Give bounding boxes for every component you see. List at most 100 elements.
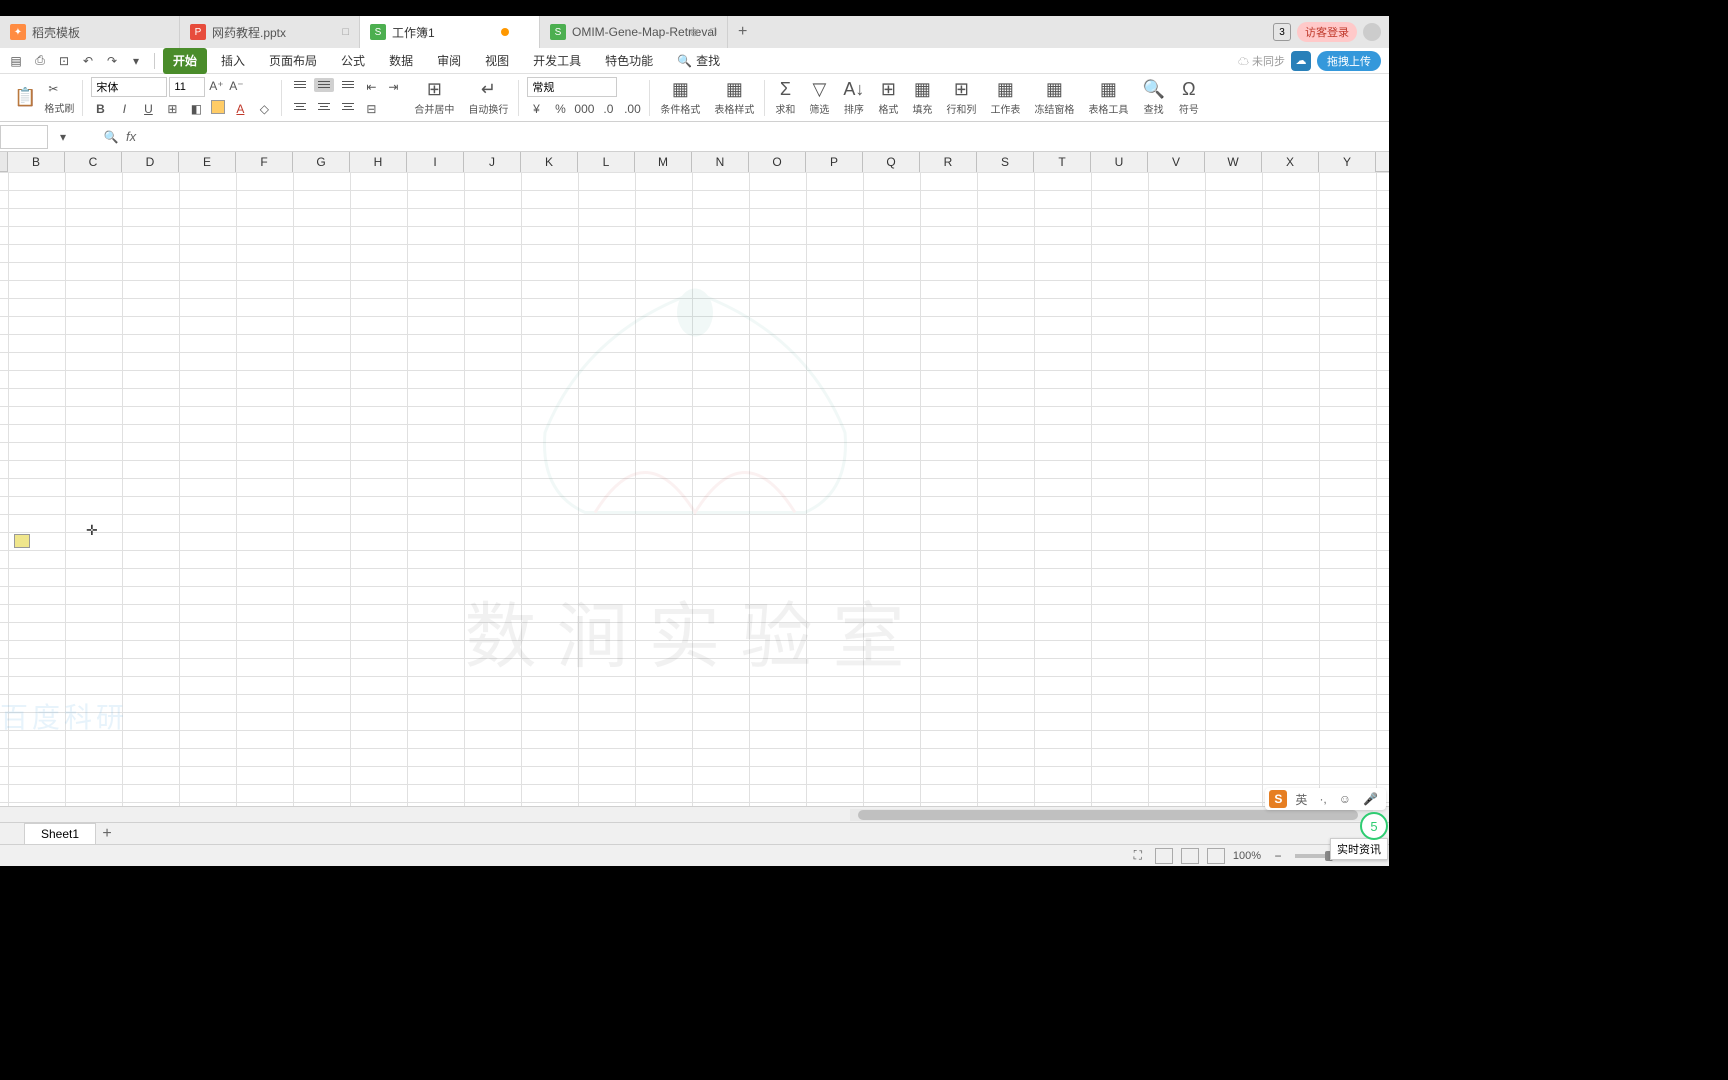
column-header[interactable]: H <box>350 152 407 172</box>
column-header[interactable]: Y <box>1319 152 1376 172</box>
cloud-upload-button[interactable]: 拖拽上传 <box>1317 51 1381 71</box>
formula-input[interactable] <box>142 125 1389 149</box>
select-all-corner[interactable] <box>0 152 8 172</box>
font-color-button[interactable]: A <box>231 100 249 118</box>
save-icon[interactable]: ▤ <box>6 51 26 71</box>
pin-icon[interactable]: ⊕ <box>689 26 698 39</box>
column-header[interactable]: F <box>236 152 293 172</box>
table-tools-button[interactable]: ▦ 表格工具 <box>1082 76 1134 120</box>
number-format-combo[interactable] <box>527 77 617 97</box>
cloud-icon[interactable]: ☁ <box>1291 51 1311 71</box>
sheet-tab[interactable]: Sheet1 <box>24 823 96 845</box>
sort-button[interactable]: A↓ 排序 <box>837 76 870 120</box>
increase-decimal-icon[interactable]: .00 <box>623 100 641 118</box>
menu-devtools[interactable]: 开发工具 <box>523 48 591 74</box>
preview-icon[interactable]: ⊡ <box>54 51 74 71</box>
tab-templates[interactable]: ✦ 稻壳模板 <box>0 16 180 48</box>
symbol-button[interactable]: Ω 符号 <box>1173 76 1205 120</box>
align-left-button[interactable] <box>290 100 310 114</box>
row-col-button[interactable]: ⊞ 行和列 <box>940 76 982 120</box>
column-header[interactable]: X <box>1262 152 1319 172</box>
column-header[interactable]: P <box>806 152 863 172</box>
align-top-button[interactable] <box>290 78 310 92</box>
decrease-decimal-icon[interactable]: .0 <box>599 100 617 118</box>
menu-review[interactable]: 审阅 <box>427 48 471 74</box>
column-header[interactable]: U <box>1091 152 1148 172</box>
spreadsheet-grid[interactable]: BCDEFGHIJKLMNOPQRSTUVWXY 数涧实验室 百度科研 ✛ <box>0 152 1389 806</box>
column-header[interactable]: E <box>179 152 236 172</box>
name-box[interactable] <box>0 125 48 149</box>
column-header[interactable]: V <box>1148 152 1205 172</box>
align-right-button[interactable] <box>338 100 358 114</box>
menu-formula[interactable]: 公式 <box>331 48 375 74</box>
increase-indent-icon[interactable]: ⇥ <box>384 78 402 96</box>
merge-icon[interactable]: ⊟ <box>362 100 380 118</box>
decrease-indent-icon[interactable]: ⇤ <box>362 78 380 96</box>
menu-pagelayout[interactable]: 页面布局 <box>259 48 327 74</box>
fill-button[interactable]: ▦ 填充 <box>906 76 938 120</box>
avatar[interactable] <box>1363 23 1381 41</box>
redo-icon[interactable]: ↷ <box>102 51 122 71</box>
italic-button[interactable]: I <box>115 100 133 118</box>
menu-home[interactable]: 开始 <box>163 48 207 74</box>
bold-button[interactable]: B <box>91 100 109 118</box>
print-icon[interactable]: ⎙ <box>30 51 50 71</box>
tab-pptx[interactable]: P 网药教程.pptx □ <box>180 16 360 48</box>
align-bottom-button[interactable] <box>338 78 358 92</box>
worksheet-button[interactable]: ▦ 工作表 <box>984 76 1026 120</box>
column-header[interactable]: J <box>464 152 521 172</box>
freeze-button[interactable]: ▦ 冻结窗格 <box>1028 76 1080 120</box>
cell-style-icon[interactable]: ◧ <box>187 100 205 118</box>
menu-insert[interactable]: 插入 <box>211 48 255 74</box>
align-middle-button[interactable] <box>314 78 334 92</box>
page-view-button[interactable] <box>1181 848 1199 864</box>
column-header[interactable]: B <box>8 152 65 172</box>
increase-font-icon[interactable]: A⁺ <box>207 77 225 95</box>
merge-center-button[interactable]: ⊞ 合并居中 <box>408 76 460 120</box>
fullscreen-icon[interactable]: ⛶ <box>1129 847 1147 865</box>
scrollbar-thumb[interactable] <box>858 810 1358 820</box>
fx-icon[interactable]: fx <box>120 129 142 144</box>
realtime-info-button[interactable]: 实时资讯 <box>1330 838 1388 860</box>
percent-icon[interactable]: % <box>551 100 569 118</box>
column-header[interactable]: G <box>293 152 350 172</box>
conditional-format-button[interactable]: ▦ 条件格式 <box>654 76 706 120</box>
column-header[interactable]: M <box>635 152 692 172</box>
ime-sogou-icon[interactable]: S <box>1269 790 1287 808</box>
name-box-dropdown-icon[interactable]: ▾ <box>54 128 72 146</box>
floating-badge[interactable]: 5 <box>1360 812 1388 840</box>
font-name-combo[interactable] <box>91 77 167 97</box>
column-header[interactable]: W <box>1205 152 1262 172</box>
ime-emoji-icon[interactable]: ☺ <box>1335 792 1355 806</box>
column-header[interactable]: S <box>977 152 1034 172</box>
border-button[interactable]: ⊞ <box>163 100 181 118</box>
menu-special[interactable]: 特色功能 <box>595 48 663 74</box>
close-icon[interactable]: □ <box>342 26 349 38</box>
column-header[interactable]: R <box>920 152 977 172</box>
comma-icon[interactable]: 000 <box>575 100 593 118</box>
underline-button[interactable]: U <box>139 100 157 118</box>
column-header[interactable]: D <box>122 152 179 172</box>
horizontal-scrollbar[interactable] <box>0 806 1389 822</box>
tab-workbook1[interactable]: S 工作簿1 <box>360 16 540 48</box>
new-tab-button[interactable]: + <box>728 17 758 47</box>
filter-button[interactable]: ▽ 筛选 <box>803 76 835 120</box>
zoom-level[interactable]: 100% <box>1233 850 1261 862</box>
notification-badge[interactable]: 3 <box>1273 23 1291 41</box>
close-icon[interactable]: □ <box>710 26 717 38</box>
ime-toolbar[interactable]: S 英 ·, ☺ 🎤 <box>1265 788 1386 810</box>
format-painter-button[interactable]: 格式刷 <box>44 100 74 115</box>
column-header[interactable]: T <box>1034 152 1091 172</box>
column-header[interactable]: K <box>521 152 578 172</box>
menu-search[interactable]: 🔍 查找 <box>667 48 730 74</box>
ime-mic-icon[interactable]: 🎤 <box>1359 792 1382 806</box>
cut-icon[interactable]: ✂ <box>44 80 62 98</box>
paste-options-icon[interactable] <box>14 534 30 548</box>
decrease-font-icon[interactable]: A⁻ <box>227 77 245 95</box>
sum-button[interactable]: Σ 求和 <box>769 76 801 120</box>
column-header[interactable]: L <box>578 152 635 172</box>
zoom-out-button[interactable]: − <box>1269 847 1287 865</box>
tab-omim[interactable]: S OMIM-Gene-Map-Retrieval □ ⊕ <box>540 16 728 48</box>
zoom-icon[interactable]: 🔍 <box>102 128 120 146</box>
normal-view-button[interactable] <box>1155 848 1173 864</box>
